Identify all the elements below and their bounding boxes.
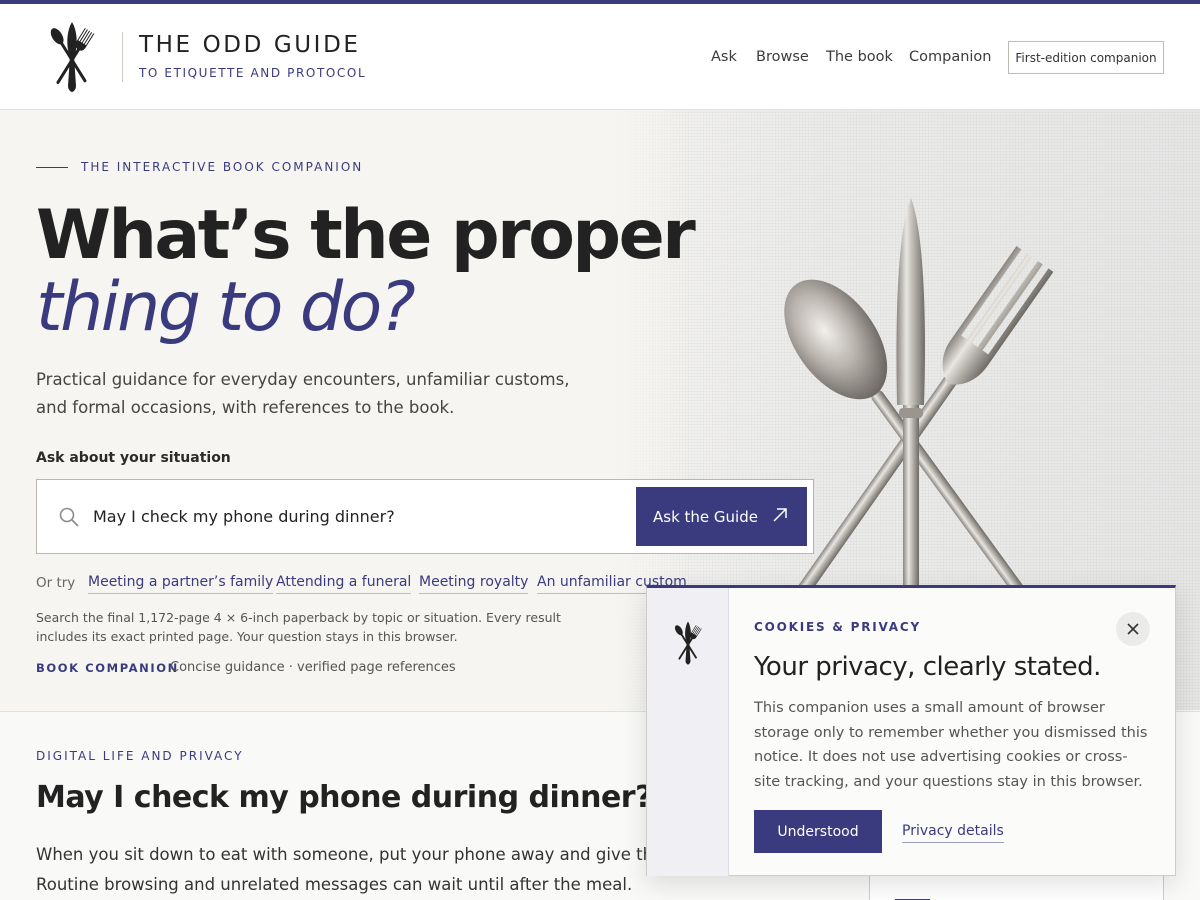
cutlery-icon: [674, 621, 702, 665]
cookie-eyebrow: COOKIES & PRIVACY: [754, 620, 921, 634]
or-try-label: Or try: [36, 575, 76, 591]
brand-title[interactable]: THE ODD GUIDE: [139, 32, 361, 58]
nav-companion[interactable]: Companion: [909, 49, 992, 65]
search-box[interactable]: May I check my phone during dinner? Ask …: [36, 479, 814, 554]
hero-lead: Practical guidance for everyday encounte…: [36, 370, 570, 417]
nav-the-book[interactable]: The book: [826, 49, 893, 65]
cookie-title: Your privacy, clearly stated.: [754, 652, 1101, 682]
answer-body-line2: Routine browsing and unrelated messages …: [36, 875, 633, 894]
nav-browse[interactable]: Browse: [756, 49, 809, 65]
answer-body-line1: When you sit down to eat with someone, p…: [36, 845, 676, 864]
cookie-body: This companion uses a small amount of br…: [754, 700, 1148, 790]
hero-headline-line1: What’s the proper: [36, 196, 696, 275]
search-note: Search the final 1,172-page 4 × 6-inch p…: [36, 610, 561, 644]
understood-button[interactable]: Understood: [754, 810, 882, 853]
site-header: THE ODD GUIDE TO ETIQUETTE AND PROTOCOL …: [0, 4, 1200, 110]
answer-category: DIGITAL LIFE AND PRIVACY: [36, 749, 244, 763]
suggestion-funeral[interactable]: Attending a funeral: [276, 574, 412, 594]
arrow-up-right-icon: [773, 508, 787, 522]
book-companion-description: Concise guidance · verified page referen…: [170, 660, 456, 675]
answer-body: When you sit down to eat with someone, p…: [36, 840, 676, 900]
cutlery-icon[interactable]: [46, 20, 98, 94]
suggestion-royalty[interactable]: Meeting royalty: [419, 574, 529, 594]
search-icon: [59, 507, 79, 527]
privacy-details-link[interactable]: Privacy details: [902, 823, 1004, 843]
cookie-dialog: COOKIES & PRIVACY Your privacy, clearly …: [646, 585, 1176, 876]
hero-headline-line2: thing to do?: [36, 268, 416, 347]
ask-button-label: Ask the Guide: [653, 507, 758, 526]
close-icon: [1127, 623, 1139, 635]
logo-divider: [122, 32, 123, 82]
eyebrow-rule: [36, 167, 68, 168]
book-companion-tag: BOOK COMPANION: [36, 661, 179, 675]
ask-label: Ask about your situation: [36, 450, 231, 466]
suggestion-partners-family[interactable]: Meeting a partner’s family: [88, 574, 274, 594]
close-button[interactable]: [1116, 612, 1150, 646]
ask-the-guide-button[interactable]: Ask the Guide: [636, 487, 807, 546]
side-card: [869, 872, 1164, 900]
cookie-dialog-sidebar: [647, 588, 729, 876]
first-edition-companion-button[interactable]: First-edition companion: [1008, 41, 1164, 74]
answer-title: May I check my phone during dinner?: [36, 780, 653, 815]
nav-ask[interactable]: Ask: [711, 49, 737, 65]
brand-subtitle: TO ETIQUETTE AND PROTOCOL: [139, 66, 367, 80]
search-input[interactable]: May I check my phone during dinner?: [93, 507, 395, 526]
hero-eyebrow: THE INTERACTIVE BOOK COMPANION: [81, 160, 364, 174]
